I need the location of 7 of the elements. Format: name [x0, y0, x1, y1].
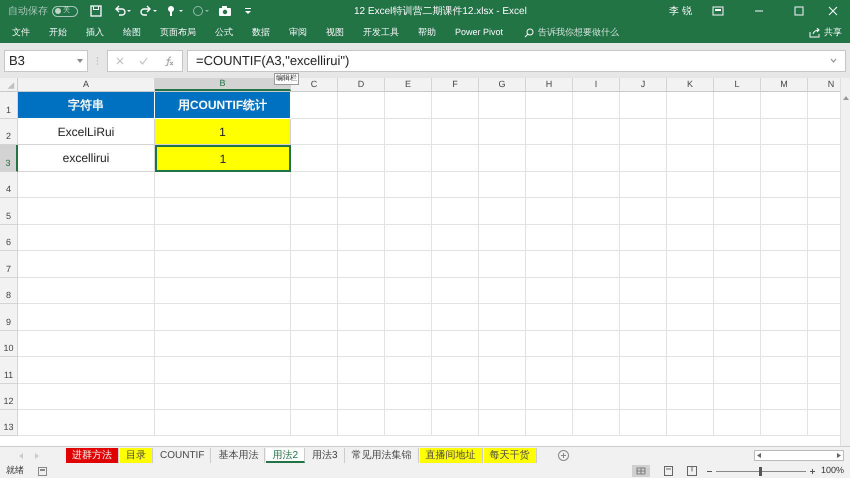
- status-text: 就绪: [6, 464, 24, 478]
- formula-text: =COUNTIF(A3,"excellirui"): [196, 52, 350, 70]
- user-name: 李 锐: [669, 4, 692, 18]
- zoom-level: 100%: [820, 464, 844, 478]
- cell-reference: B3: [9, 52, 25, 70]
- autosave-label: 自动保存: [8, 4, 48, 18]
- window-title: 12 Excel特训营二期课件12.xlsx - Excel: [354, 4, 528, 18]
